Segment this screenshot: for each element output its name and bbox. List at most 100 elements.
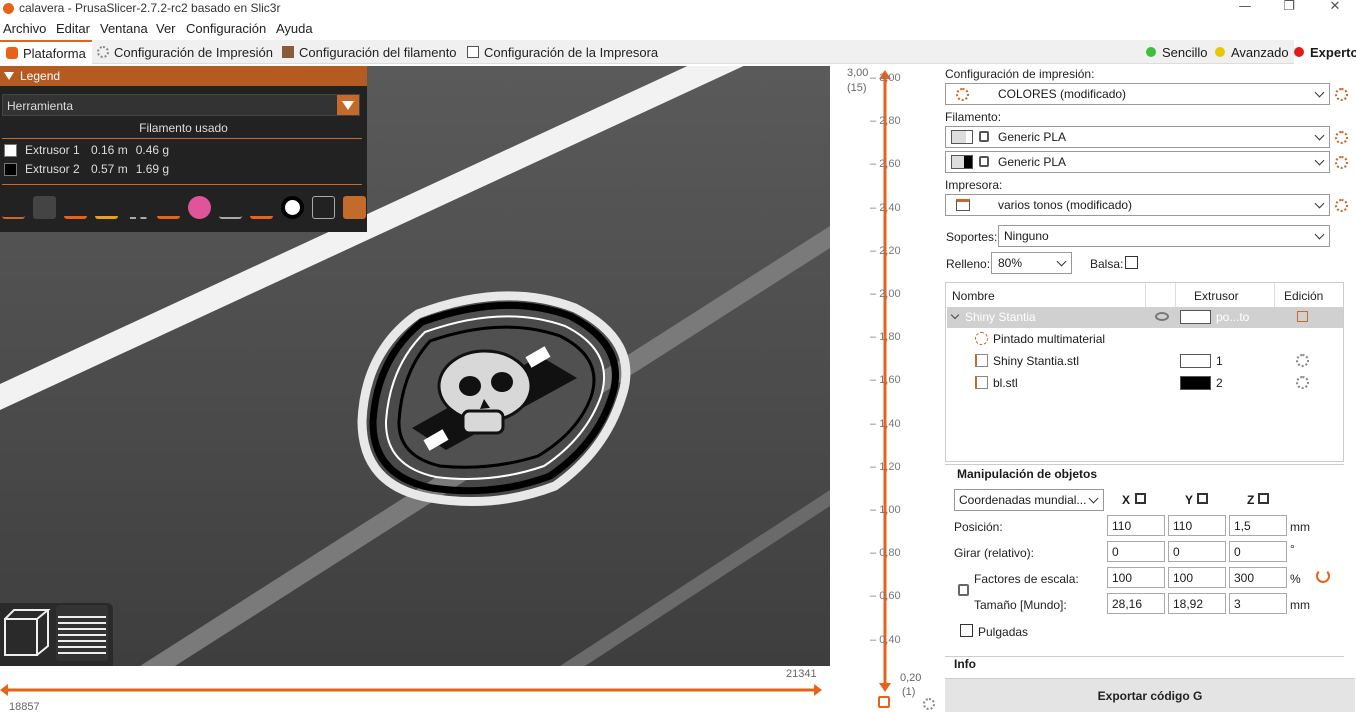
tab-printer-settings[interactable]: Configuración de la Impresora [461,40,664,64]
wipe-icon[interactable] [33,196,56,219]
rotate-z-input[interactable]: 0 [1229,541,1287,562]
shells-icon[interactable] [312,196,335,219]
scale-lock-icon[interactable] [958,584,969,596]
filament-weight: 0.46 g [135,143,170,157]
infill-select[interactable]: 80% [991,252,1072,274]
chevron-down-icon [1314,229,1325,240]
reset-scale-icon[interactable] [1316,569,1330,583]
size-y-input[interactable]: 18,92 [1168,593,1226,614]
yellow-dot-icon [1215,47,1225,57]
edit-preset-icon[interactable] [1335,88,1348,101]
extruder-value[interactable]: 2 [1216,376,1223,390]
travel-icon[interactable] [2,196,25,219]
scale-label: Factores de escala: [974,572,1079,586]
left-thumb-icon[interactable] [0,684,8,696]
menu-configuracion[interactable]: Configuración [186,21,266,36]
menu-ayuda[interactable]: Ayuda [276,21,313,36]
expand-chevron-icon[interactable] [950,310,960,320]
tick-label: – 0,60 [870,590,901,602]
tick-label: – 1,20 [870,461,901,473]
vertical-layer-slider[interactable]: 3,00 (15) – 3,00 – 2,80 – 2,60 – 2,40 – … [830,66,942,714]
settings-cog-icon[interactable] [923,698,935,710]
extruder-value[interactable]: 1 [1216,354,1223,368]
print-settings-select[interactable]: COLORES (modificado) [945,83,1330,105]
brim-checkbox[interactable] [1125,256,1138,269]
position-z-input[interactable]: 1,5 [1229,515,1287,536]
retractions-icon[interactable] [64,196,87,219]
export-gcode-button[interactable]: Exportar código G [945,678,1355,712]
rotate-x-input[interactable]: 0 [1107,541,1165,562]
info-section-title[interactable]: Info [954,657,976,671]
menu-archivo[interactable]: Archivo [3,21,46,36]
tool-marker-icon[interactable] [343,196,366,219]
legend-header[interactable]: Legend [0,66,367,86]
coordinates-select[interactable]: Coordenadas mundial... [954,489,1104,511]
tab-label: Configuración de la Impresora [484,44,659,60]
horizontal-move-slider[interactable]: 21341 18857 [0,666,830,714]
scale-z-input[interactable]: 300 [1229,567,1287,588]
menu-editar[interactable]: Editar [56,21,90,36]
bottom-thumb-icon[interactable] [879,683,891,692]
menu-ventana[interactable]: Ventana [100,21,148,36]
close-button[interactable]: ✕ [1315,0,1355,16]
object-row-part-1[interactable]: Shiny Stantia.stl 1 [947,351,1343,372]
settings-gear-icon[interactable] [1296,354,1309,367]
drop-to-bed-icon[interactable] [1135,493,1146,504]
mode-expert[interactable]: Experto [1294,40,1356,64]
object-row-selected[interactable]: Shiny Stantia po...to [947,307,1343,328]
3d-view-icon[interactable] [4,609,51,656]
tab-filament-settings[interactable]: Configuración del filamento [276,40,463,64]
mode-simple[interactable]: Sencillo [1146,40,1208,64]
unlock-icon[interactable] [878,696,890,708]
rotate-y-input[interactable]: 0 [1168,541,1226,562]
custom-gcodes-icon[interactable] [250,196,273,219]
object-row-part-2[interactable]: bl.stl 2 [947,373,1343,394]
inches-checkbox[interactable] [960,624,973,637]
position-x-input[interactable]: 110 [1107,515,1165,536]
minimize-button[interactable]: — [1225,0,1265,16]
position-y-input[interactable]: 110 [1168,515,1226,536]
maximize-button[interactable]: ❐ [1269,0,1309,16]
filament-weight: 1.69 g [135,162,170,176]
edit-preset-icon[interactable] [1335,199,1348,212]
filament-length: 0.57 m [91,162,128,176]
right-thumb-icon[interactable] [814,684,822,696]
size-z-input[interactable]: 3 [1229,593,1287,614]
filament-select-2[interactable]: Generic PLA [945,151,1330,173]
column-header-extruder: Extrusor [1194,289,1239,303]
visibility-eye-icon[interactable] [1155,312,1169,321]
drop-to-bed-icon[interactable] [1197,493,1208,504]
mode-advanced[interactable]: Avanzado [1215,40,1289,64]
menu-ver[interactable]: Ver [156,21,176,36]
tab-print-settings[interactable]: Configuración de Impresión [91,40,279,64]
scale-y-input[interactable]: 100 [1168,567,1226,588]
extruder-value[interactable]: po...to [1216,310,1249,324]
deretractions-icon[interactable] [95,196,118,219]
edit-settings-icon[interactable] [1297,311,1308,322]
legend-option-icons [2,196,366,219]
seams-icon[interactable] [126,196,149,219]
legend-view-type-select[interactable]: Herramienta [2,94,360,116]
part-icon [975,376,988,389]
center-of-gravity-icon[interactable] [281,196,304,219]
axis-x-label: X [1122,493,1131,507]
extruder-color-swatch [1180,376,1211,390]
edit-preset-icon[interactable] [1335,131,1348,144]
edit-preset-icon[interactable] [1335,156,1348,169]
settings-gear-icon[interactable] [1296,376,1309,389]
tool-changes-icon[interactable] [157,196,180,219]
scale-x-input[interactable]: 100 [1107,567,1165,588]
tab-plataforma[interactable]: Plataforma [0,40,92,64]
supports-select[interactable]: Ninguno [998,225,1330,247]
lock-icon [979,131,989,142]
object-row-mmu-painting[interactable]: Pintado multimaterial [947,329,1343,350]
pause-prints-icon[interactable] [219,196,242,219]
view-mode-buttons [0,603,113,666]
color-changes-icon[interactable] [188,196,211,219]
layers-view-icon[interactable] [56,605,108,661]
drop-to-bed-icon[interactable] [1258,493,1269,504]
printer-select[interactable]: varios tonos (modificado) [945,194,1330,216]
filament-select-1[interactable]: Generic PLA [945,126,1330,148]
size-x-input[interactable]: 28,16 [1107,593,1165,614]
window-title: calavera - PrusaSlicer-2.7.2-rc2 basado … [19,1,281,15]
